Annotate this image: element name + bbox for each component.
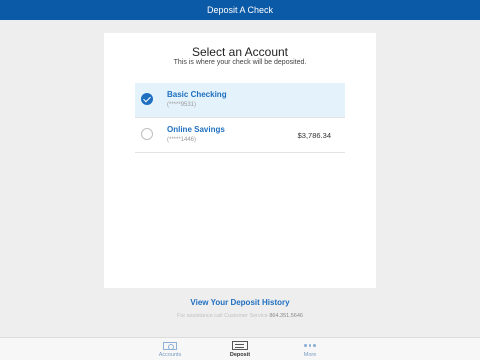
- deposit-history-link[interactable]: View Your Deposit History: [0, 298, 480, 307]
- title-bar: Deposit A Check: [0, 0, 480, 20]
- account-row-online-savings[interactable]: Online Savings (*****1446) $3,786.34: [135, 118, 345, 153]
- tab-deposit[interactable]: Deposit: [215, 340, 265, 358]
- tab-more[interactable]: More: [285, 340, 335, 358]
- account-list: Basic Checking (*****9531) Online Saving…: [135, 83, 345, 153]
- checkmark-radio-icon[interactable]: [141, 93, 153, 105]
- account-select-card: Select an Account This is where your che…: [104, 33, 376, 288]
- account-row-basic-checking[interactable]: Basic Checking (*****9531): [135, 83, 345, 118]
- account-balance: $3,786.34: [297, 131, 331, 140]
- more-dots-icon: [304, 344, 316, 347]
- tab-label: Accounts: [158, 352, 182, 358]
- tab-label: More: [303, 352, 317, 358]
- tab-accounts[interactable]: Accounts: [145, 340, 195, 358]
- account-number: (*****1446): [167, 137, 197, 143]
- radio-icon[interactable]: [141, 128, 153, 140]
- bottom-tab-bar: Accounts Deposit More: [0, 337, 480, 360]
- tab-label: Deposit: [229, 352, 251, 358]
- assist-phone[interactable]: 864.351.5646: [269, 313, 303, 319]
- accounts-icon: [163, 341, 177, 350]
- account-name: Online Savings: [167, 125, 225, 134]
- customer-service-note: For assistance call Customer Service 864…: [0, 313, 480, 319]
- assist-text: For assistance call Customer Service: [177, 313, 268, 319]
- account-number: (*****9531): [167, 102, 197, 108]
- page-title: Deposit A Check: [206, 5, 274, 15]
- account-name: Basic Checking: [167, 90, 227, 99]
- card-title: Select an Account: [191, 45, 289, 59]
- card-subtitle: This is where your check will be deposit…: [173, 59, 307, 66]
- deposit-check-icon: [232, 341, 248, 350]
